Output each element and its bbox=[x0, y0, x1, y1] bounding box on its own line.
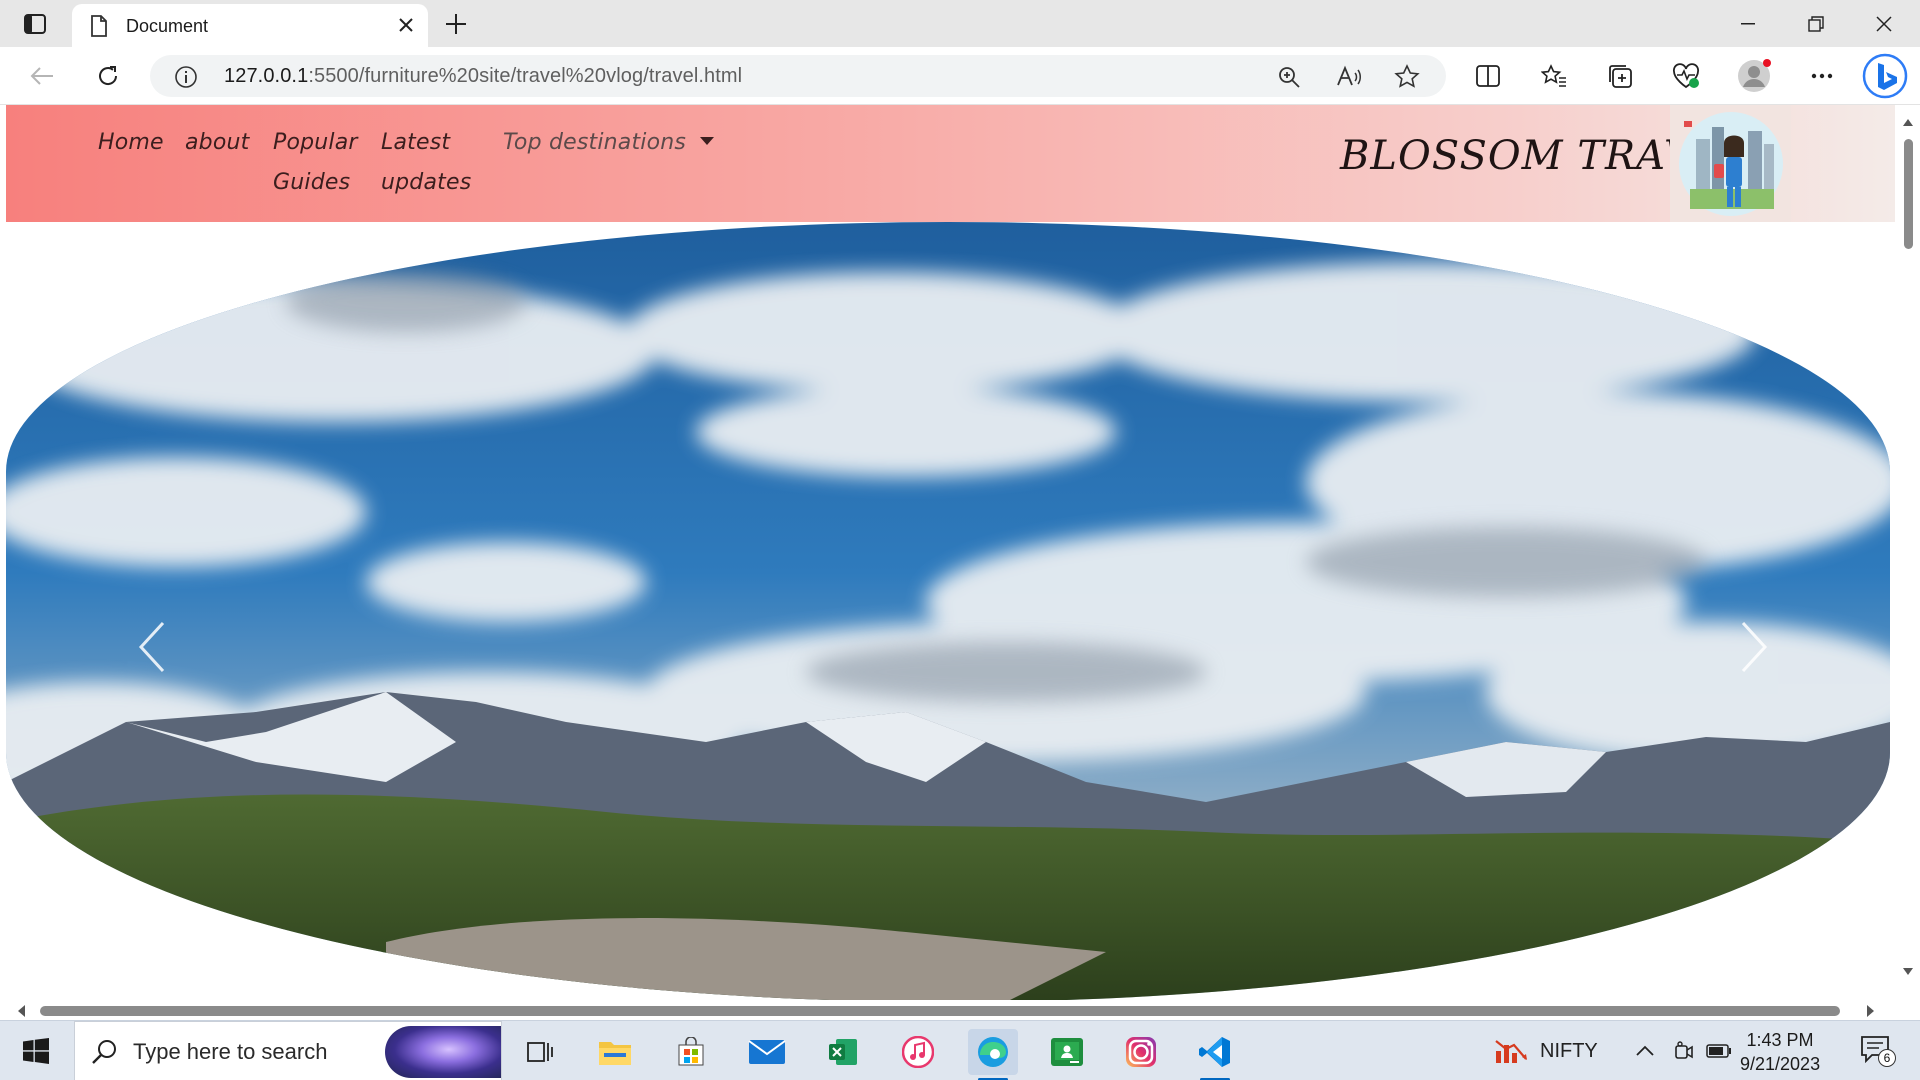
zoom-icon[interactable] bbox=[1276, 64, 1302, 90]
page-icon bbox=[90, 15, 108, 42]
mail-icon[interactable] bbox=[742, 1029, 792, 1075]
battery-icon[interactable] bbox=[1706, 1021, 1732, 1080]
search-highlight-image bbox=[385, 1026, 501, 1078]
scroll-down-icon[interactable] bbox=[1902, 967, 1914, 977]
hero-landscape-image bbox=[6, 222, 1890, 1002]
clock-time: 1:43 PM bbox=[1746, 1030, 1814, 1050]
favorite-star-icon[interactable] bbox=[1394, 64, 1420, 90]
taskbar-search-box[interactable]: Type here to search bbox=[74, 1021, 502, 1080]
search-placeholder: Type here to search bbox=[133, 1039, 328, 1064]
file-explorer-icon[interactable] bbox=[590, 1029, 640, 1075]
restore-icon[interactable] bbox=[1782, 0, 1850, 47]
task-view-icon[interactable] bbox=[516, 1029, 566, 1075]
nav-home[interactable]: Home bbox=[98, 123, 164, 163]
site-info-icon[interactable] bbox=[174, 65, 198, 94]
carousel-prev-icon[interactable] bbox=[132, 617, 172, 677]
bing-copilot-icon[interactable] bbox=[1862, 53, 1908, 99]
scroll-up-icon[interactable] bbox=[1902, 117, 1914, 127]
browser-essentials-icon[interactable] bbox=[1668, 58, 1704, 94]
vertical-scrollbar[interactable] bbox=[1896, 105, 1920, 1000]
split-screen-icon[interactable] bbox=[1470, 58, 1506, 94]
nav-top-destinations-dropdown[interactable]: Top destinations bbox=[503, 123, 715, 163]
carousel-next-icon[interactable] bbox=[1734, 617, 1774, 677]
horizontal-scrollbar[interactable] bbox=[0, 1000, 1896, 1020]
nav-updates[interactable]: updates bbox=[381, 163, 471, 203]
tab-actions-icon[interactable] bbox=[18, 11, 52, 37]
nav-guides[interactable]: Guides bbox=[273, 163, 350, 203]
browser-tab[interactable]: Document bbox=[72, 4, 428, 47]
instagram-icon[interactable] bbox=[1116, 1029, 1166, 1075]
tab-title: Document bbox=[126, 16, 209, 36]
scroll-right-icon[interactable] bbox=[1866, 1004, 1876, 1018]
windows-taskbar: Type here to search NIFTY 1:43 PM 9/21/2… bbox=[0, 1020, 1920, 1080]
notification-center-icon[interactable]: 6 bbox=[1860, 1035, 1896, 1067]
page-viewport: Home about Popular Guides Latest updates… bbox=[0, 105, 1920, 1020]
close-window-icon[interactable] bbox=[1850, 0, 1918, 47]
back-icon[interactable] bbox=[24, 58, 60, 94]
vscode-icon[interactable] bbox=[1190, 1029, 1240, 1080]
nifty-widget[interactable]: NIFTY bbox=[1494, 1021, 1598, 1080]
logo-traveler-image[interactable] bbox=[1670, 105, 1791, 222]
read-aloud-icon[interactable] bbox=[1336, 64, 1362, 90]
tab-strip: Document bbox=[0, 0, 1920, 47]
address-bar[interactable]: 127.0.0.1:5500/furniture%20site/travel%2… bbox=[150, 55, 1446, 97]
nav-about[interactable]: about bbox=[185, 123, 249, 163]
meet-now-icon[interactable] bbox=[1672, 1021, 1694, 1080]
site-header: Home about Popular Guides Latest updates… bbox=[6, 105, 1895, 222]
search-icon bbox=[91, 1038, 119, 1071]
nav-popular[interactable]: Popular bbox=[273, 123, 358, 163]
itunes-music-icon[interactable] bbox=[893, 1029, 943, 1075]
horizontal-scroll-thumb[interactable] bbox=[40, 1006, 1840, 1016]
url-text[interactable]: 127.0.0.1:5500/furniture%20site/travel%2… bbox=[224, 65, 742, 88]
collections-icon[interactable] bbox=[1602, 58, 1638, 94]
close-tab-icon[interactable] bbox=[396, 15, 416, 35]
system-clock[interactable]: 1:43 PM 9/21/2023 bbox=[1740, 1028, 1820, 1076]
profile-avatar[interactable] bbox=[1736, 58, 1772, 94]
refresh-icon[interactable] bbox=[90, 58, 126, 94]
clock-date: 9/21/2023 bbox=[1740, 1054, 1821, 1074]
excel-icon[interactable] bbox=[818, 1029, 868, 1075]
vertical-scroll-thumb[interactable] bbox=[1904, 139, 1913, 249]
dropdown-label: Top destinations bbox=[503, 130, 687, 155]
microsoft-store-icon[interactable] bbox=[666, 1029, 716, 1075]
scroll-left-icon[interactable] bbox=[16, 1004, 26, 1018]
favorites-icon[interactable] bbox=[1536, 58, 1572, 94]
minimize-icon[interactable] bbox=[1714, 0, 1782, 47]
nifty-label: NIFTY bbox=[1540, 1039, 1598, 1062]
caret-down-icon bbox=[700, 137, 715, 145]
google-classroom-icon[interactable] bbox=[1042, 1029, 1092, 1075]
notification-count-badge: 6 bbox=[1878, 1049, 1896, 1067]
hero-carousel bbox=[6, 222, 1890, 1002]
edge-browser-icon[interactable] bbox=[968, 1029, 1018, 1080]
new-tab-icon[interactable] bbox=[442, 10, 470, 38]
start-windows-icon[interactable] bbox=[14, 1033, 58, 1069]
more-options-icon[interactable] bbox=[1804, 58, 1840, 94]
show-hidden-icons-chevron-icon[interactable] bbox=[1636, 1021, 1654, 1080]
nav-latest[interactable]: Latest bbox=[381, 123, 450, 163]
browser-toolbar: 127.0.0.1:5500/furniture%20site/travel%2… bbox=[0, 47, 1920, 105]
stock-chart-icon bbox=[1495, 1040, 1527, 1063]
